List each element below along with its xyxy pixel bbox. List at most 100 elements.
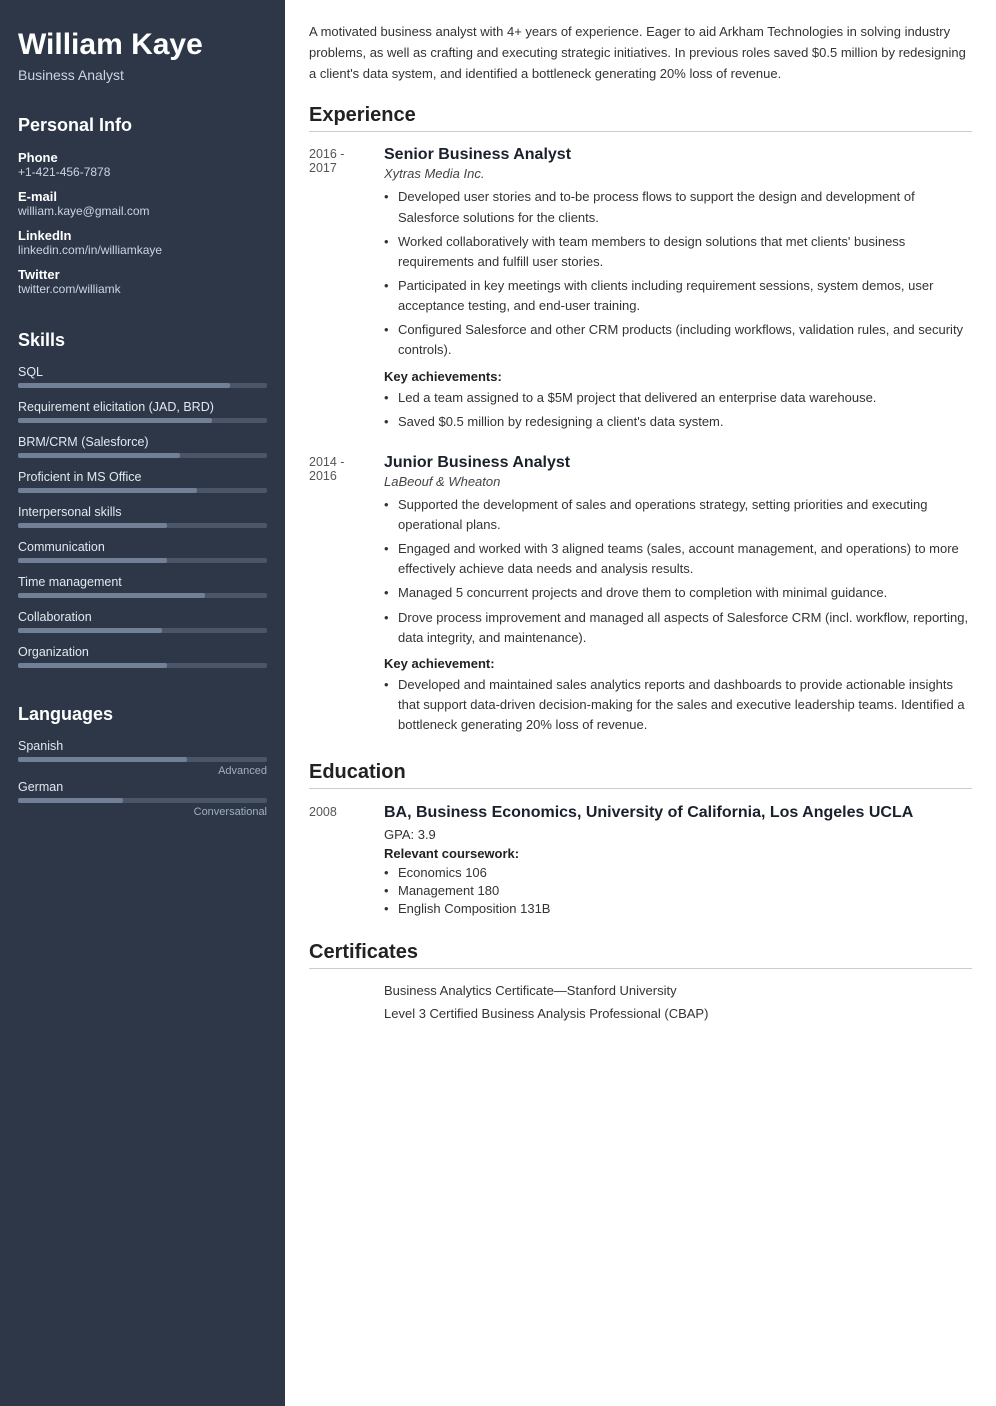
personal-info-title: Personal Info xyxy=(18,115,267,138)
certificate-text: Level 3 Certified Business Analysis Prof… xyxy=(384,1006,972,1021)
candidate-name: William Kaye xyxy=(18,28,267,61)
edu-gpa: GPA: 3.9 xyxy=(384,827,972,842)
skill-bar xyxy=(18,488,267,493)
email-value: william.kaye@gmail.com xyxy=(18,204,267,218)
skill-name: Collaboration xyxy=(18,610,267,624)
coursework-item: Economics 106 xyxy=(384,865,972,880)
language-level: Conversational xyxy=(194,806,267,818)
exp-bullet: Engaged and worked with 3 aligned teams … xyxy=(384,539,972,579)
exp-bullet: Developed user stories and to-be process… xyxy=(384,187,972,227)
skill-name: BRM/CRM (Salesforce) xyxy=(18,435,267,449)
certificate-entry: Level 3 Certified Business Analysis Prof… xyxy=(309,1006,972,1021)
exp-bullet: Supported the development of sales and o… xyxy=(384,495,972,535)
exp-bullet: Configured Salesforce and other CRM prod… xyxy=(384,320,972,360)
exp-bullet: Drove process improvement and managed al… xyxy=(384,608,972,648)
exp-bullet: Worked collaboratively with team members… xyxy=(384,232,972,272)
experience-entry: 2016 -2017 Senior Business Analyst Xytra… xyxy=(309,146,972,435)
summary-text: A motivated business analyst with 4+ yea… xyxy=(309,22,972,84)
phone-label: Phone xyxy=(18,150,267,165)
certificate-text: Business Analytics Certificate—Stanford … xyxy=(384,983,972,998)
skill-item: SQL xyxy=(18,365,267,388)
skill-name: Proficient in MS Office xyxy=(18,470,267,484)
info-email: E-mail william.kaye@gmail.com xyxy=(18,189,267,218)
linkedin-value: linkedin.com/in/williamkaye xyxy=(18,243,267,257)
education-section: Education 2008 BA, Business Economics, U… xyxy=(309,761,972,919)
info-linkedin: LinkedIn linkedin.com/in/williamkaye xyxy=(18,228,267,257)
phone-value: +1-421-456-7878 xyxy=(18,165,267,179)
exp-bullet: Managed 5 concurrent projects and drove … xyxy=(384,583,972,603)
skill-bar xyxy=(18,558,267,563)
education-title: Education xyxy=(309,761,972,789)
coursework-item: Management 180 xyxy=(384,883,972,898)
main-content: A motivated business analyst with 4+ yea… xyxy=(285,0,996,1406)
exp-achievement-title: Key achievement: xyxy=(384,656,972,671)
skill-item: Proficient in MS Office xyxy=(18,470,267,493)
skill-bar xyxy=(18,418,267,423)
skill-name: Organization xyxy=(18,645,267,659)
edu-detail: BA, Business Economics, University of Ca… xyxy=(384,803,972,919)
exp-achievement: Led a team assigned to a $5M project tha… xyxy=(384,388,972,408)
exp-bullet: Participated in key meetings with client… xyxy=(384,276,972,316)
candidate-title: Business Analyst xyxy=(18,67,267,83)
twitter-value: twitter.com/williamk xyxy=(18,282,267,296)
sidebar: William Kaye Business Analyst Personal I… xyxy=(0,0,285,1406)
info-twitter: Twitter twitter.com/williamk xyxy=(18,267,267,296)
experience-section: Experience 2016 -2017 Senior Business An… xyxy=(309,104,972,739)
skill-name: Communication xyxy=(18,540,267,554)
exp-achievement-title: Key achievements: xyxy=(384,369,972,384)
exp-company: LaBeouf & Wheaton xyxy=(384,474,972,489)
language-bar xyxy=(18,798,267,803)
skill-item: Requirement elicitation (JAD, BRD) xyxy=(18,400,267,423)
exp-job-title: Junior Business Analyst xyxy=(384,454,972,472)
experience-title: Experience xyxy=(309,104,972,132)
skill-item: Interpersonal skills xyxy=(18,505,267,528)
language-name: Spanish xyxy=(18,739,267,753)
skill-bar xyxy=(18,523,267,528)
language-item: German Conversational xyxy=(18,780,267,803)
exp-detail: Junior Business Analyst LaBeouf & Wheato… xyxy=(384,454,972,739)
skill-item: Time management xyxy=(18,575,267,598)
skills-title: Skills xyxy=(18,330,267,353)
language-bar xyxy=(18,757,267,762)
skill-bar xyxy=(18,628,267,633)
exp-job-title: Senior Business Analyst xyxy=(384,146,972,164)
experience-entry: 2014 -2016 Junior Business Analyst LaBeo… xyxy=(309,454,972,739)
language-level: Advanced xyxy=(218,765,267,777)
certificates-section: Certificates Business Analytics Certific… xyxy=(309,941,972,1021)
skills-section: Skills SQL Requirement elicitation (JAD,… xyxy=(0,316,285,690)
edu-date: 2008 xyxy=(309,803,384,919)
education-entry: 2008 BA, Business Economics, University … xyxy=(309,803,972,919)
email-label: E-mail xyxy=(18,189,267,204)
skill-name: Time management xyxy=(18,575,267,589)
skill-name: Interpersonal skills xyxy=(18,505,267,519)
skill-item: Organization xyxy=(18,645,267,668)
exp-date: 2014 -2016 xyxy=(309,454,384,739)
language-item: Spanish Advanced xyxy=(18,739,267,762)
linkedin-label: LinkedIn xyxy=(18,228,267,243)
personal-info-section: Personal Info Phone +1-421-456-7878 E-ma… xyxy=(0,101,285,316)
language-name: German xyxy=(18,780,267,794)
edu-degree: BA, Business Economics, University of Ca… xyxy=(384,803,972,824)
certificates-title: Certificates xyxy=(309,941,972,969)
edu-coursework-title: Relevant coursework: xyxy=(384,846,972,861)
skill-item: Collaboration xyxy=(18,610,267,633)
exp-detail: Senior Business Analyst Xytras Media Inc… xyxy=(384,146,972,435)
certificate-entry: Business Analytics Certificate—Stanford … xyxy=(309,983,972,998)
info-phone: Phone +1-421-456-7878 xyxy=(18,150,267,179)
skill-item: Communication xyxy=(18,540,267,563)
languages-section: Languages Spanish Advanced German Conver… xyxy=(0,690,285,831)
exp-date: 2016 -2017 xyxy=(309,146,384,435)
skill-name: SQL xyxy=(18,365,267,379)
skill-item: BRM/CRM (Salesforce) xyxy=(18,435,267,458)
skill-bar xyxy=(18,593,267,598)
exp-achievement: Saved $0.5 million by redesigning a clie… xyxy=(384,412,972,432)
exp-company: Xytras Media Inc. xyxy=(384,166,972,181)
skill-name: Requirement elicitation (JAD, BRD) xyxy=(18,400,267,414)
twitter-label: Twitter xyxy=(18,267,267,282)
exp-achievement: Developed and maintained sales analytics… xyxy=(384,675,972,735)
languages-title: Languages xyxy=(18,704,267,727)
coursework-item: English Composition 131B xyxy=(384,901,972,916)
skill-bar xyxy=(18,453,267,458)
sidebar-header: William Kaye Business Analyst xyxy=(0,0,285,101)
skill-bar xyxy=(18,383,267,388)
